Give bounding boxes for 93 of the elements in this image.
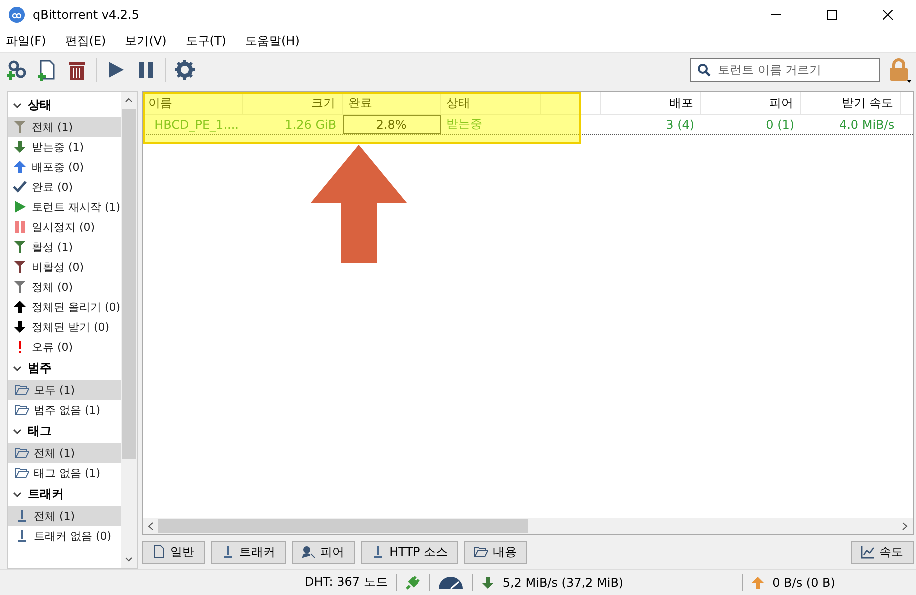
folder-icon <box>15 403 29 417</box>
scroll-up-icon[interactable] <box>124 98 133 103</box>
detail-tab[interactable]: 피어 <box>292 540 355 564</box>
app-logo-icon <box>9 7 25 23</box>
window-title: qBittorrent v4.2.5 <box>33 8 140 22</box>
filter-item[interactable]: 배포중 (0) <box>8 157 121 177</box>
filter-item[interactable]: 전체 (1) <box>8 506 121 526</box>
menu-item[interactable]: 도움말(H) <box>246 32 300 50</box>
table-cell-text: 받는중 <box>446 116 484 133</box>
filter-item[interactable]: 완료 (0) <box>8 177 121 197</box>
chevron-icon[interactable] <box>13 102 22 108</box>
filter-item[interactable]: 범주 없음 (1) <box>8 400 121 420</box>
person-search-icon <box>302 545 316 559</box>
section-title: 태그 <box>28 423 52 440</box>
folder-icon <box>15 446 29 460</box>
line-chart-icon <box>860 545 875 559</box>
filter-item[interactable]: 받는중 (1) <box>8 137 121 157</box>
filter-item[interactable]: 활성 (1) <box>8 237 121 257</box>
menu-item[interactable]: 보기(V) <box>125 32 167 50</box>
scroll-right-icon[interactable] <box>902 522 908 530</box>
upload-speed: 0 B/s (0 B) <box>772 576 836 590</box>
filter-item[interactable]: 전체 (1) <box>8 117 121 137</box>
funnel-icon <box>13 240 27 254</box>
up-arrow-icon <box>13 160 27 174</box>
search-field[interactable]: 토런트 이름 거르기 <box>690 58 880 82</box>
detail-tab[interactable]: 내용 <box>464 540 528 564</box>
table-cell-text: 4.0 MiB/s <box>838 116 896 134</box>
trash-icon[interactable] <box>66 59 88 81</box>
chevron-icon[interactable] <box>13 492 22 498</box>
column-header[interactable]: 완료 <box>342 92 441 114</box>
play-icon <box>13 200 27 214</box>
plug-icon[interactable] <box>404 574 421 590</box>
scroll-down-icon[interactable] <box>124 557 133 562</box>
funnel-icon <box>13 260 27 274</box>
filter-item[interactable]: 전체 (1) <box>8 443 121 463</box>
maximize-icon[interactable] <box>827 10 837 20</box>
speedometer-icon[interactable] <box>438 576 464 590</box>
add-file-icon[interactable] <box>36 59 58 81</box>
detail-tab[interactable]: HTTP 소스 <box>360 540 458 564</box>
down-arrow-icon <box>13 320 27 334</box>
filter-item[interactable]: 오류 (0) <box>8 337 121 357</box>
filter-item[interactable]: 태그 없음 (1) <box>8 463 121 483</box>
close-icon[interactable] <box>883 10 893 20</box>
dht-status: DHT: 367 노드 <box>305 574 388 591</box>
down-arrow-icon <box>13 140 27 154</box>
filter-item[interactable]: 토런트 재시작 (1) <box>8 197 121 217</box>
folder-icon <box>474 545 488 559</box>
filter-item[interactable]: 트래커 없음 (0) <box>8 526 121 546</box>
column-header[interactable]: 피어 <box>700 92 801 114</box>
scrollbar-thumb[interactable] <box>158 519 528 533</box>
menu-item[interactable]: 편집(E) <box>65 32 106 50</box>
folder-icon <box>15 466 29 480</box>
filter-item[interactable]: 정체 (0) <box>8 277 121 297</box>
upload-arrow-icon <box>750 576 765 590</box>
funnel-icon <box>13 280 27 294</box>
section-title: 범주 <box>28 360 52 377</box>
up-arrow-icon <box>13 300 27 314</box>
download-speed: 5,2 MiB/s (37,2 MiB) <box>502 576 624 590</box>
table-cell-text: 3 (4) <box>665 116 696 134</box>
pause-icon <box>13 220 27 234</box>
section-title: 상태 <box>28 97 52 114</box>
download-arrow-icon <box>480 576 495 590</box>
table-cell: 2.8% <box>342 115 441 134</box>
detail-tab[interactable]: 트래커 <box>210 540 286 564</box>
filter-item[interactable]: 정체된 받기 (0) <box>8 317 121 337</box>
settings-icon[interactable] <box>174 59 196 81</box>
torrent-name: HBCD_PE_1.... <box>142 115 243 134</box>
filter-item[interactable]: 일시정지 (0) <box>8 217 121 237</box>
scroll-left-icon[interactable] <box>148 522 154 530</box>
scrollbar-thumb[interactable] <box>122 109 136 459</box>
folder-icon <box>15 383 29 397</box>
table-cell-text: 0 (1) <box>765 116 796 134</box>
table-cell-text: 1.26 GiB <box>284 116 338 134</box>
filter-item[interactable]: 정체된 올리기 (0) <box>8 297 121 317</box>
column-header[interactable]: 크기 <box>242 92 343 114</box>
chevron-icon[interactable] <box>13 428 22 434</box>
filter-item[interactable]: 모두 (1) <box>8 380 121 400</box>
tracker-icon <box>15 509 29 523</box>
checkmark-icon <box>13 180 27 194</box>
speed-tab[interactable]: 속도 <box>850 540 914 564</box>
column-header[interactable]: 배포 <box>600 92 701 114</box>
section-title: 트래커 <box>28 486 64 503</box>
column-header[interactable]: 상태 <box>440 92 541 114</box>
add-link-icon[interactable] <box>6 59 28 81</box>
menu-item[interactable]: 파일(F) <box>6 32 46 50</box>
funnel-icon <box>13 120 27 134</box>
column-header[interactable]: 받기 속도 <box>800 92 901 114</box>
column-header[interactable]: 이름 <box>142 92 243 114</box>
chevron-icon[interactable] <box>13 366 22 372</box>
tracker-icon <box>15 529 29 543</box>
menu-item[interactable]: 도구(T) <box>186 32 226 50</box>
filter-item[interactable]: 비활성 (0) <box>8 257 121 277</box>
detail-tab[interactable]: 일반 <box>142 540 205 564</box>
